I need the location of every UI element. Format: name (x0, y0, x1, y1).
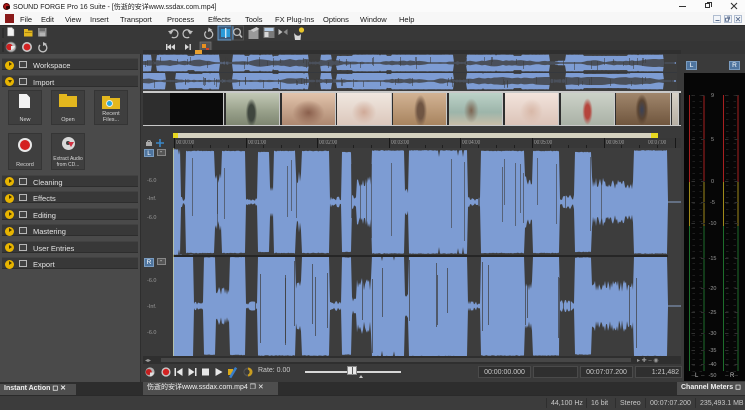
svg-text:R: R (730, 373, 735, 379)
svg-text:5: 5 (711, 137, 714, 143)
svg-text:-50: -50 (709, 373, 717, 379)
svg-text:-20: -20 (709, 286, 717, 292)
svg-text:-35: -35 (709, 348, 717, 354)
svg-text:-40: -40 (709, 362, 717, 368)
svg-text:-10: -10 (709, 221, 717, 227)
svg-text:9: 9 (711, 93, 714, 99)
svg-text:-30: -30 (709, 331, 717, 337)
svg-text:-25: -25 (709, 310, 717, 316)
svg-text:-15: -15 (709, 256, 717, 262)
svg-text:-5: -5 (710, 200, 715, 206)
svg-text:0: 0 (711, 179, 714, 185)
